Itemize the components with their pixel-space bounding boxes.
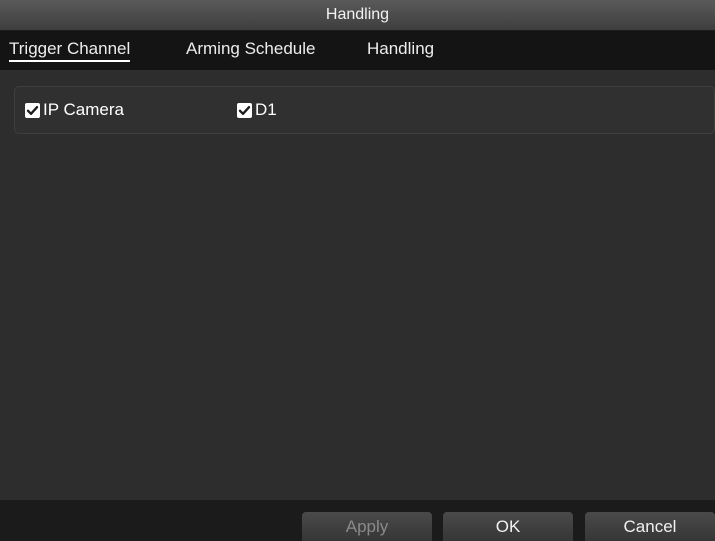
tab-arming-schedule[interactable]: Arming Schedule	[186, 39, 315, 59]
window-title: Handling	[325, 6, 390, 23]
tab-handling[interactable]: Handling	[367, 39, 434, 59]
checkbox-checked-icon	[237, 102, 252, 118]
apply-button[interactable]: Apply	[302, 512, 432, 541]
cancel-button[interactable]: Cancel	[585, 512, 715, 541]
channel-checkbox-ip-camera[interactable]: IP Camera	[25, 100, 124, 120]
footer-bar: Apply OK Cancel	[0, 500, 715, 541]
channel-checkbox-d1[interactable]: D1	[237, 100, 277, 120]
tab-bar: Trigger Channel Arming Schedule Handling	[0, 31, 715, 70]
trigger-channel-group: IP Camera D1	[14, 86, 715, 134]
channel-label: D1	[255, 100, 277, 119]
channel-label: IP Camera	[43, 100, 124, 119]
tab-trigger-channel[interactable]: Trigger Channel	[9, 39, 131, 62]
checkbox-checked-icon	[25, 102, 40, 118]
window-title-bar: Handling	[0, 0, 715, 31]
content-panel: IP Camera D1	[0, 70, 715, 500]
ok-button[interactable]: OK	[443, 512, 573, 541]
